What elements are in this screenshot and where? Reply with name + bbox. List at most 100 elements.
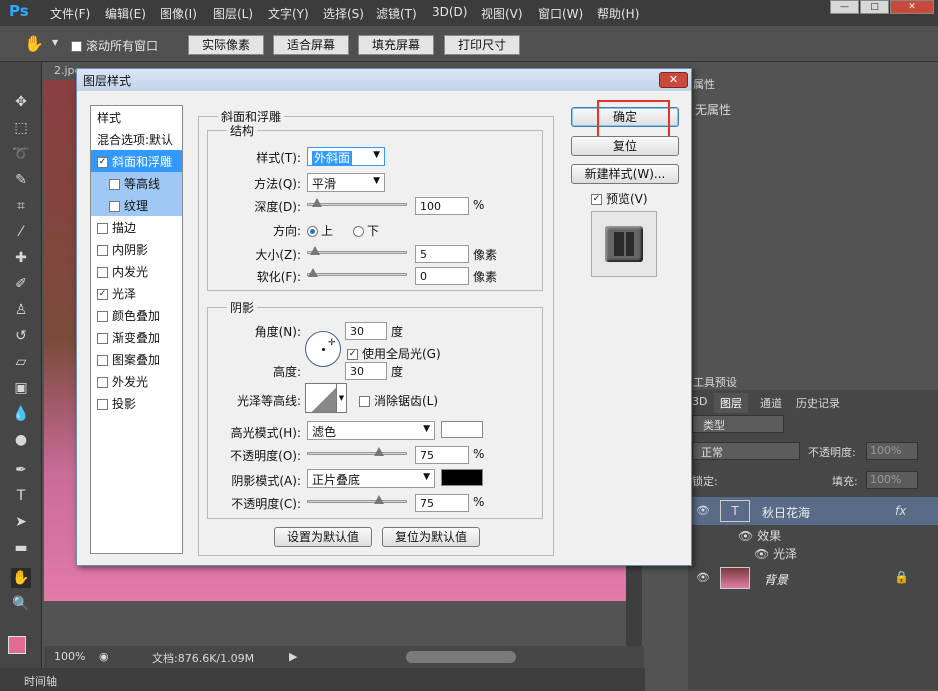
tab-history[interactable]: 历史记录: [796, 395, 840, 411]
checkbox-icon[interactable]: [97, 333, 108, 344]
eye-icon[interactable]: 👁: [738, 529, 757, 543]
tab-layers[interactable]: 图层: [714, 393, 748, 413]
menu-image[interactable]: 图像(I): [160, 5, 197, 22]
chevron-down-icon[interactable]: ▼: [52, 38, 58, 47]
angle-dial[interactable]: ✛: [305, 331, 341, 367]
eye-icon[interactable]: 👁: [754, 547, 773, 561]
checkbox-icon[interactable]: [97, 377, 108, 388]
reset-button[interactable]: 复位: [571, 136, 679, 156]
fill-screen-button[interactable]: 填充屏幕: [358, 35, 434, 55]
blend-mode-dropdown[interactable]: 正常: [692, 442, 800, 460]
checkbox-icon[interactable]: [109, 179, 120, 190]
menu-type[interactable]: 文字(Y): [268, 5, 309, 22]
type-tool-icon[interactable]: T: [11, 486, 31, 506]
timeline-tab[interactable]: 时间轴: [24, 673, 57, 689]
hand-tool-icon[interactable]: ✋: [11, 568, 31, 588]
layer-row[interactable]: 👁 背景 🔒: [688, 564, 938, 592]
status-menu-arrow-icon[interactable]: ▶: [289, 650, 297, 663]
gloss-contour-picker[interactable]: ▼: [305, 383, 347, 413]
soften-input[interactable]: 0: [415, 267, 469, 285]
tab-channels[interactable]: 通道: [760, 395, 782, 411]
tab-3d[interactable]: 3D: [692, 395, 707, 408]
menu-select[interactable]: 选择(S): [323, 5, 364, 22]
checkbox-icon[interactable]: ✓: [97, 157, 108, 168]
minimize-button[interactable]: —: [830, 0, 859, 14]
crop-tool-icon[interactable]: ⌗: [11, 196, 31, 216]
checkbox-icon[interactable]: [97, 223, 108, 234]
checkbox-icon[interactable]: [97, 245, 108, 256]
path-select-tool-icon[interactable]: ➤: [11, 512, 31, 532]
highlight-opacity-input[interactable]: 75: [415, 446, 469, 464]
shadow-opacity-input[interactable]: 75: [415, 494, 469, 512]
make-default-button[interactable]: 设置为默认值: [274, 527, 372, 547]
status-icon[interactable]: ◉: [99, 650, 109, 663]
window-close-button[interactable]: ✕: [890, 0, 934, 14]
style-item-contour[interactable]: 等高线: [91, 172, 182, 194]
marquee-tool-icon[interactable]: ⬚: [11, 118, 31, 138]
zoom-level[interactable]: 100%: [54, 650, 85, 663]
angle-input[interactable]: 30: [345, 322, 387, 340]
style-item-inner-shadow[interactable]: 内阴影: [91, 238, 182, 260]
fit-screen-button[interactable]: 适合屏幕: [273, 35, 349, 55]
highlight-opacity-slider[interactable]: [307, 447, 407, 456]
layer-name[interactable]: 背景: [764, 571, 788, 588]
checkbox-icon[interactable]: [97, 399, 108, 410]
opacity-input[interactable]: 100%: [866, 442, 918, 460]
actual-pixels-button[interactable]: 实际像素: [188, 35, 264, 55]
size-slider[interactable]: [307, 246, 407, 255]
slider-knob[interactable]: [374, 447, 384, 456]
menu-edit[interactable]: 编辑(E): [105, 5, 146, 22]
blending-options-item[interactable]: 混合选项:默认: [91, 128, 182, 150]
size-input[interactable]: 5: [415, 245, 469, 263]
reset-default-button[interactable]: 复位为默认值: [382, 527, 480, 547]
lasso-tool-icon[interactable]: ➰: [11, 144, 31, 164]
shadow-opacity-slider[interactable]: [307, 495, 407, 504]
checkbox-icon[interactable]: [97, 311, 108, 322]
menu-help[interactable]: 帮助(H): [597, 5, 639, 22]
checkbox-icon[interactable]: [97, 267, 108, 278]
healing-tool-icon[interactable]: ✚: [11, 248, 31, 268]
direction-down-radio[interactable]: 下: [353, 222, 379, 239]
scroll-all-checkbox[interactable]: 滚动所有窗口: [71, 37, 158, 54]
anti-alias-checkbox[interactable]: 消除锯齿(L): [359, 392, 438, 409]
depth-slider[interactable]: [307, 198, 407, 207]
dodge-tool-icon[interactable]: ●: [11, 430, 31, 450]
shape-tool-icon[interactable]: ▬: [11, 538, 31, 558]
style-item-inner-glow[interactable]: 内发光: [91, 260, 182, 282]
style-item-gradient-overlay[interactable]: 渐变叠加: [91, 326, 182, 348]
style-item-stroke[interactable]: 描边: [91, 216, 182, 238]
shadow-color-swatch[interactable]: [441, 469, 483, 486]
layer-row[interactable]: 👁 T 秋日花海 fx: [688, 497, 938, 525]
technique-dropdown[interactable]: 平滑 ▼: [307, 173, 385, 192]
direction-up-radio[interactable]: 上: [307, 222, 333, 239]
quick-select-tool-icon[interactable]: ✎: [11, 170, 31, 190]
slider-knob[interactable]: [308, 268, 318, 277]
shadow-mode-dropdown[interactable]: 正片叠底 ▼: [307, 469, 435, 488]
layer-name[interactable]: 秋日花海: [762, 504, 810, 521]
style-item-satin[interactable]: ✓ 光泽: [91, 282, 182, 304]
style-item-pattern-overlay[interactable]: 图案叠加: [91, 348, 182, 370]
slider-knob[interactable]: [312, 198, 323, 207]
global-light-checkbox[interactable]: ✓ 使用全局光(G): [347, 345, 441, 362]
print-size-button[interactable]: 打印尺寸: [444, 35, 520, 55]
fill-input[interactable]: 100%: [866, 471, 918, 489]
checkbox-icon[interactable]: [97, 355, 108, 366]
style-item-outer-glow[interactable]: 外发光: [91, 370, 182, 392]
foreground-color-swatch[interactable]: [8, 636, 26, 654]
style-item-texture[interactable]: 纹理: [91, 194, 182, 216]
menu-file[interactable]: 文件(F): [50, 5, 90, 22]
gradient-tool-icon[interactable]: ▣: [11, 378, 31, 398]
eye-icon[interactable]: 👁: [696, 504, 710, 517]
history-brush-icon[interactable]: ↺: [11, 326, 31, 346]
eyedropper-tool-icon[interactable]: ⁄: [11, 222, 31, 242]
eye-icon[interactable]: 👁: [696, 571, 710, 584]
fx-icon[interactable]: fx: [895, 504, 906, 518]
menu-layer[interactable]: 图层(L): [213, 5, 253, 22]
pen-tool-icon[interactable]: ✒: [11, 460, 31, 480]
zoom-tool-icon[interactable]: 🔍: [11, 594, 31, 614]
depth-input[interactable]: 100: [415, 197, 469, 215]
brush-tool-icon[interactable]: ✐: [11, 274, 31, 294]
bevel-style-dropdown[interactable]: 外斜面 ▼: [307, 147, 385, 166]
filter-kind-dropdown[interactable]: 类型: [692, 415, 784, 433]
menu-3d[interactable]: 3D(D): [432, 5, 467, 19]
